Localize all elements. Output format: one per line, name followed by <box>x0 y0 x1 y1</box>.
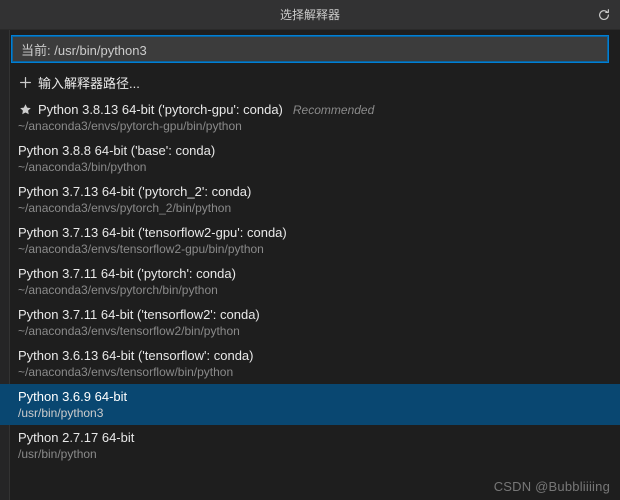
recommended-badge: Recommended <box>293 103 374 117</box>
interpreter-path: ~/anaconda3/envs/tensorflow/bin/python <box>18 365 608 379</box>
picker-title: 选择解释器 <box>280 6 340 23</box>
interpreter-label: Python 3.7.13 64-bit ('tensorflow2-gpu':… <box>18 225 287 240</box>
search-row <box>0 30 620 68</box>
interpreter-option[interactable]: Python 3.6.9 64-bit/usr/bin/python3 <box>0 384 620 425</box>
interpreter-path: ~/anaconda3/envs/pytorch/bin/python <box>18 283 608 297</box>
interpreter-label: Python 3.7.13 64-bit ('pytorch_2': conda… <box>18 184 251 199</box>
interpreter-label: Python 3.7.11 64-bit ('tensorflow2': con… <box>18 307 260 322</box>
interpreter-path: ~/anaconda3/envs/tensorflow2/bin/python <box>18 324 608 338</box>
interpreter-label: Python 2.7.17 64-bit <box>18 430 134 445</box>
interpreter-label: Python 3.6.13 64-bit ('tensorflow': cond… <box>18 348 254 363</box>
enter-path-label: 输入解释器路径... <box>38 73 140 92</box>
interpreter-label: Python 3.6.9 64-bit <box>18 389 127 404</box>
interpreter-option[interactable]: Python 3.7.13 64-bit ('tensorflow2-gpu':… <box>0 220 620 261</box>
interpreter-option[interactable]: Python 3.7.11 64-bit ('pytorch': conda) ~… <box>0 261 620 302</box>
interpreter-label: Python 3.7.11 64-bit ('pytorch': conda) <box>18 266 236 281</box>
interpreter-option[interactable]: Python 3.8.13 64-bit ('pytorch-gpu': con… <box>0 97 620 138</box>
plus-icon <box>18 76 32 89</box>
interpreter-option[interactable]: Python 3.7.13 64-bit ('pytorch_2': conda… <box>0 179 620 220</box>
interpreter-label: Python 3.8.8 64-bit ('base': conda) <box>18 143 215 158</box>
interpreter-option[interactable]: Python 3.6.13 64-bit ('tensorflow': cond… <box>0 343 620 384</box>
interpreter-list: 输入解释器路径... Python 3.8.13 64-bit ('pytorc… <box>0 68 620 466</box>
interpreter-path: ~/anaconda3/envs/pytorch-gpu/bin/python <box>18 119 608 133</box>
interpreter-option[interactable]: Python 2.7.17 64-bit/usr/bin/python <box>0 425 620 466</box>
interpreter-path: /usr/bin/python <box>18 447 608 461</box>
interpreter-label: Python 3.8.13 64-bit ('pytorch-gpu': con… <box>38 102 283 117</box>
interpreter-option[interactable]: Python 3.7.11 64-bit ('tensorflow2': con… <box>0 302 620 343</box>
star-icon <box>18 103 32 116</box>
interpreter-search-input[interactable] <box>12 36 608 62</box>
picker-titlebar: 选择解释器 <box>0 0 620 30</box>
interpreter-path: ~/anaconda3/bin/python <box>18 160 608 174</box>
enter-interpreter-path[interactable]: 输入解释器路径... <box>0 68 620 97</box>
refresh-icon[interactable] <box>596 7 612 23</box>
interpreter-path: /usr/bin/python3 <box>18 406 608 420</box>
interpreter-option[interactable]: Python 3.8.8 64-bit ('base': conda) ~/ana… <box>0 138 620 179</box>
interpreter-path: ~/anaconda3/envs/tensorflow2-gpu/bin/pyt… <box>18 242 608 256</box>
watermark: CSDN @Bubbliiiing <box>494 479 610 494</box>
interpreter-path: ~/anaconda3/envs/pytorch_2/bin/python <box>18 201 608 215</box>
